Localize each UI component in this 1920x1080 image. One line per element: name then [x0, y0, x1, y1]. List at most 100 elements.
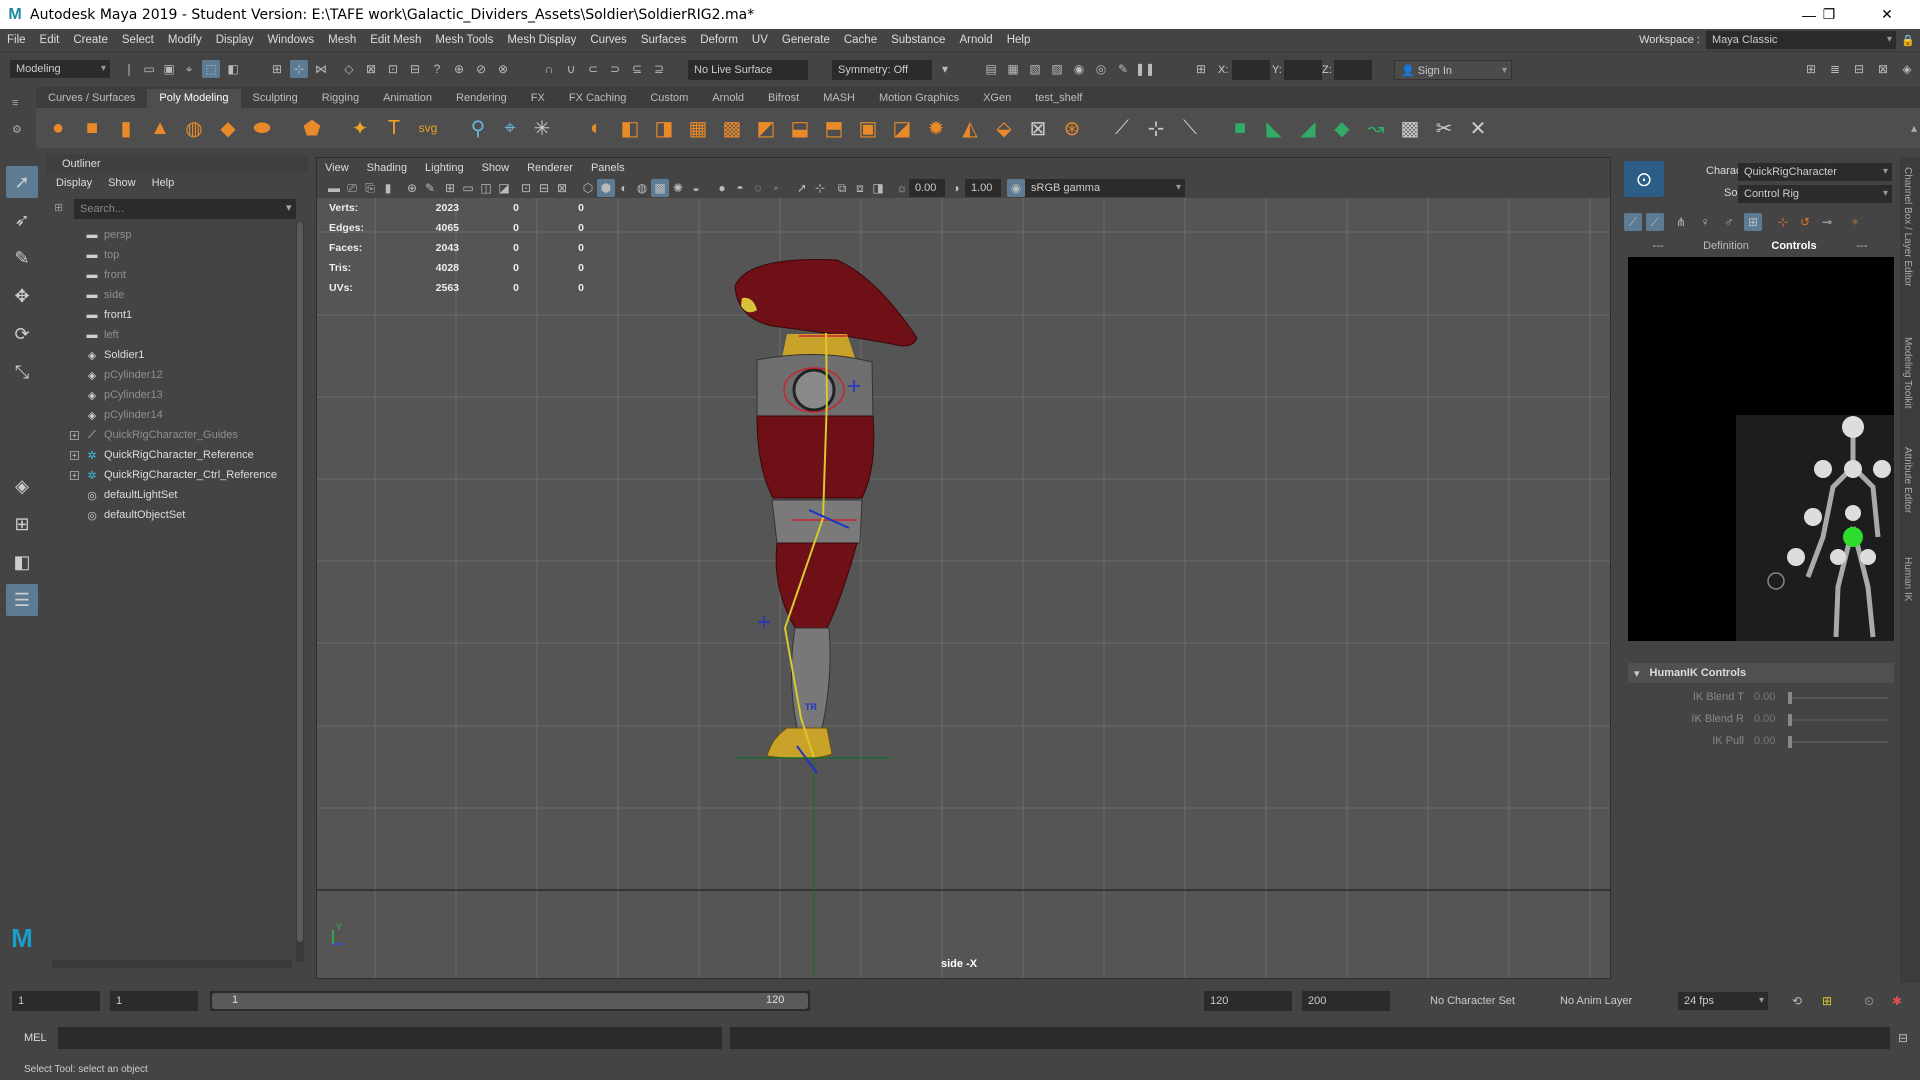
- thigh[interactable]: [775, 542, 858, 629]
- slider-value[interactable]: 0.00: [1754, 735, 1775, 747]
- uv-editor-icon[interactable]: ⌖: [496, 114, 524, 142]
- outliner-item[interactable]: ▬ side: [46, 285, 296, 305]
- expand-icon[interactable]: +: [70, 430, 79, 440]
- humanik-controls-header[interactable]: ▾ HumanIK Controls: [1628, 663, 1894, 683]
- menu-uv[interactable]: UV: [745, 34, 775, 46]
- bevel-icon[interactable]: ⬒: [820, 114, 848, 142]
- menu-arnold[interactable]: Arnold: [952, 34, 999, 46]
- z-field[interactable]: [1334, 60, 1372, 80]
- head-effector[interactable]: [1842, 416, 1864, 438]
- outliner-item[interactable]: ◈ Soldier1: [46, 345, 296, 365]
- modeling-toolkit-icon[interactable]: ⊞: [1802, 60, 1820, 78]
- outliner-search-input[interactable]: Search...: [74, 199, 296, 219]
- poly-disc-icon[interactable]: ⬬: [248, 114, 276, 142]
- ipr-render-icon[interactable]: ▧: [1026, 60, 1044, 78]
- menu-deform[interactable]: Deform: [693, 34, 745, 46]
- shadows-icon[interactable]: ◒: [687, 179, 705, 197]
- filter-icon[interactable]: ⊞: [54, 201, 63, 214]
- insert-loop-icon[interactable]: ⊛: [1058, 114, 1086, 142]
- outliner-persp-layout-icon[interactable]: ◧: [6, 546, 38, 578]
- poly-platonic-icon[interactable]: ⬟: [298, 114, 326, 142]
- slider-handle[interactable]: [1788, 714, 1792, 726]
- shelf-tab-xgen[interactable]: XGen: [971, 89, 1023, 108]
- source-dropdown[interactable]: Control Rig: [1738, 185, 1892, 203]
- humanik-tab[interactable]: ---: [1624, 237, 1692, 255]
- grease-pencil-icon[interactable]: ✎: [421, 179, 439, 197]
- shelf-tab-custom[interactable]: Custom: [638, 89, 700, 108]
- menu-set-dropdown[interactable]: Modeling: [10, 60, 110, 78]
- outliner-item[interactable]: ◎ defaultLightSet: [46, 485, 296, 505]
- film-gate-icon[interactable]: ▭: [459, 179, 477, 197]
- xray-icon[interactable]: ⊹: [811, 179, 829, 197]
- humanik-tab[interactable]: ---: [1828, 237, 1896, 255]
- viewport-menu-panels[interactable]: Panels: [591, 162, 625, 174]
- bridge-icon[interactable]: ◩: [752, 114, 780, 142]
- textured-icon[interactable]: ▩: [651, 179, 669, 197]
- range-slider[interactable]: 1 120: [210, 991, 810, 1011]
- center-pivot-icon[interactable]: ✳: [528, 114, 556, 142]
- left-elbow-effector[interactable]: [1804, 508, 1822, 526]
- script-language-label[interactable]: MEL: [24, 1032, 47, 1044]
- current-start-field[interactable]: 1: [110, 991, 198, 1011]
- xray-joints-icon[interactable]: ⧉: [833, 179, 851, 197]
- x-field[interactable]: [1232, 60, 1270, 80]
- symmetry-dropdown-icon[interactable]: ▾: [936, 60, 954, 78]
- connect-icon[interactable]: ⟍: [1176, 114, 1204, 142]
- select-joints-icon[interactable]: ⋈: [312, 60, 330, 78]
- tool-settings-icon[interactable]: ⊟: [1850, 60, 1868, 78]
- poly-cone-icon[interactable]: ▲: [146, 114, 174, 142]
- uv-planar-icon[interactable]: ■: [1226, 114, 1254, 142]
- y-field[interactable]: [1284, 60, 1322, 80]
- uv-unfold-icon[interactable]: ↝: [1362, 114, 1390, 142]
- smooth-icon[interactable]: ▦: [684, 114, 712, 142]
- isolate-select-icon[interactable]: ➚: [793, 179, 811, 197]
- slider-track[interactable]: [1788, 692, 1888, 704]
- torso[interactable]: [756, 415, 875, 499]
- snap-grid-icon[interactable]: ⊞: [268, 60, 286, 78]
- sculpting-tool-icon[interactable]: ⚲: [464, 114, 492, 142]
- pause-viewport-icon[interactable]: ❚❚: [1135, 60, 1155, 78]
- slider-track[interactable]: [1788, 736, 1888, 748]
- lock-selection-icon[interactable]: ⊕: [450, 60, 468, 78]
- menu-select[interactable]: Select: [115, 34, 161, 46]
- menu-edit-mesh[interactable]: Edit Mesh: [363, 34, 428, 46]
- menu-create[interactable]: Create: [66, 34, 115, 46]
- left-hip-effector[interactable]: [1830, 549, 1846, 565]
- reduce-icon[interactable]: ▩: [718, 114, 746, 142]
- show-fk-icon[interactable]: ⟋: [1624, 213, 1642, 231]
- slider-handle[interactable]: [1788, 736, 1792, 748]
- pin-none-icon[interactable]: ⊸: [1818, 213, 1836, 231]
- wireframe-icon[interactable]: ⬡: [579, 179, 597, 197]
- character-set-field[interactable]: No Character Set: [1424, 991, 1524, 1011]
- select-by-object-icon[interactable]: ⬚: [202, 60, 220, 78]
- shelf-menu-icon[interactable]: ≡: [12, 97, 18, 109]
- uv-sew-icon[interactable]: ✕: [1464, 114, 1492, 142]
- live-surface-field[interactable]: No Live Surface: [688, 60, 808, 80]
- humanik-tab[interactable]: Controls: [1760, 237, 1828, 255]
- resolution-gate-icon[interactable]: ◫: [477, 179, 495, 197]
- outliner-item[interactable]: ▬ top: [46, 245, 296, 265]
- gate-mask-icon[interactable]: ◪: [495, 179, 513, 197]
- outliner-item[interactable]: ▬ persp: [46, 225, 296, 245]
- shin-armor[interactable]: [790, 627, 831, 729]
- menu-generate[interactable]: Generate: [775, 34, 837, 46]
- paint-select-tool-icon[interactable]: ✎: [6, 242, 38, 274]
- poly-text-icon[interactable]: T: [380, 114, 408, 142]
- anti-aliasing-icon[interactable]: ◌: [749, 179, 767, 197]
- render-setup-icon[interactable]: ◎: [1092, 60, 1110, 78]
- menu-mesh-tools[interactable]: Mesh Tools: [428, 34, 500, 46]
- menu-cache[interactable]: Cache: [837, 34, 884, 46]
- xray-components-icon[interactable]: ⧈: [851, 179, 869, 197]
- target-weld-icon[interactable]: ⊹: [1142, 114, 1170, 142]
- select-camera-icon[interactable]: ▬: [325, 179, 343, 197]
- select-handles-icon[interactable]: ⊹: [290, 60, 308, 78]
- default-material-icon[interactable]: ◐: [615, 179, 633, 197]
- anim-layer-field[interactable]: No Anim Layer: [1554, 991, 1654, 1011]
- right-shoulder-effector[interactable]: [1873, 460, 1891, 478]
- menu-surfaces[interactable]: Surfaces: [634, 34, 693, 46]
- script-editor-icon[interactable]: ⊟: [1894, 1029, 1912, 1047]
- transform-input-icon[interactable]: ⊞: [1192, 60, 1210, 78]
- snap-to-uv-icon[interactable]: ⊇: [650, 60, 668, 78]
- wedge-icon[interactable]: ◭: [956, 114, 984, 142]
- shelf-settings-icon[interactable]: ⚙: [12, 123, 22, 136]
